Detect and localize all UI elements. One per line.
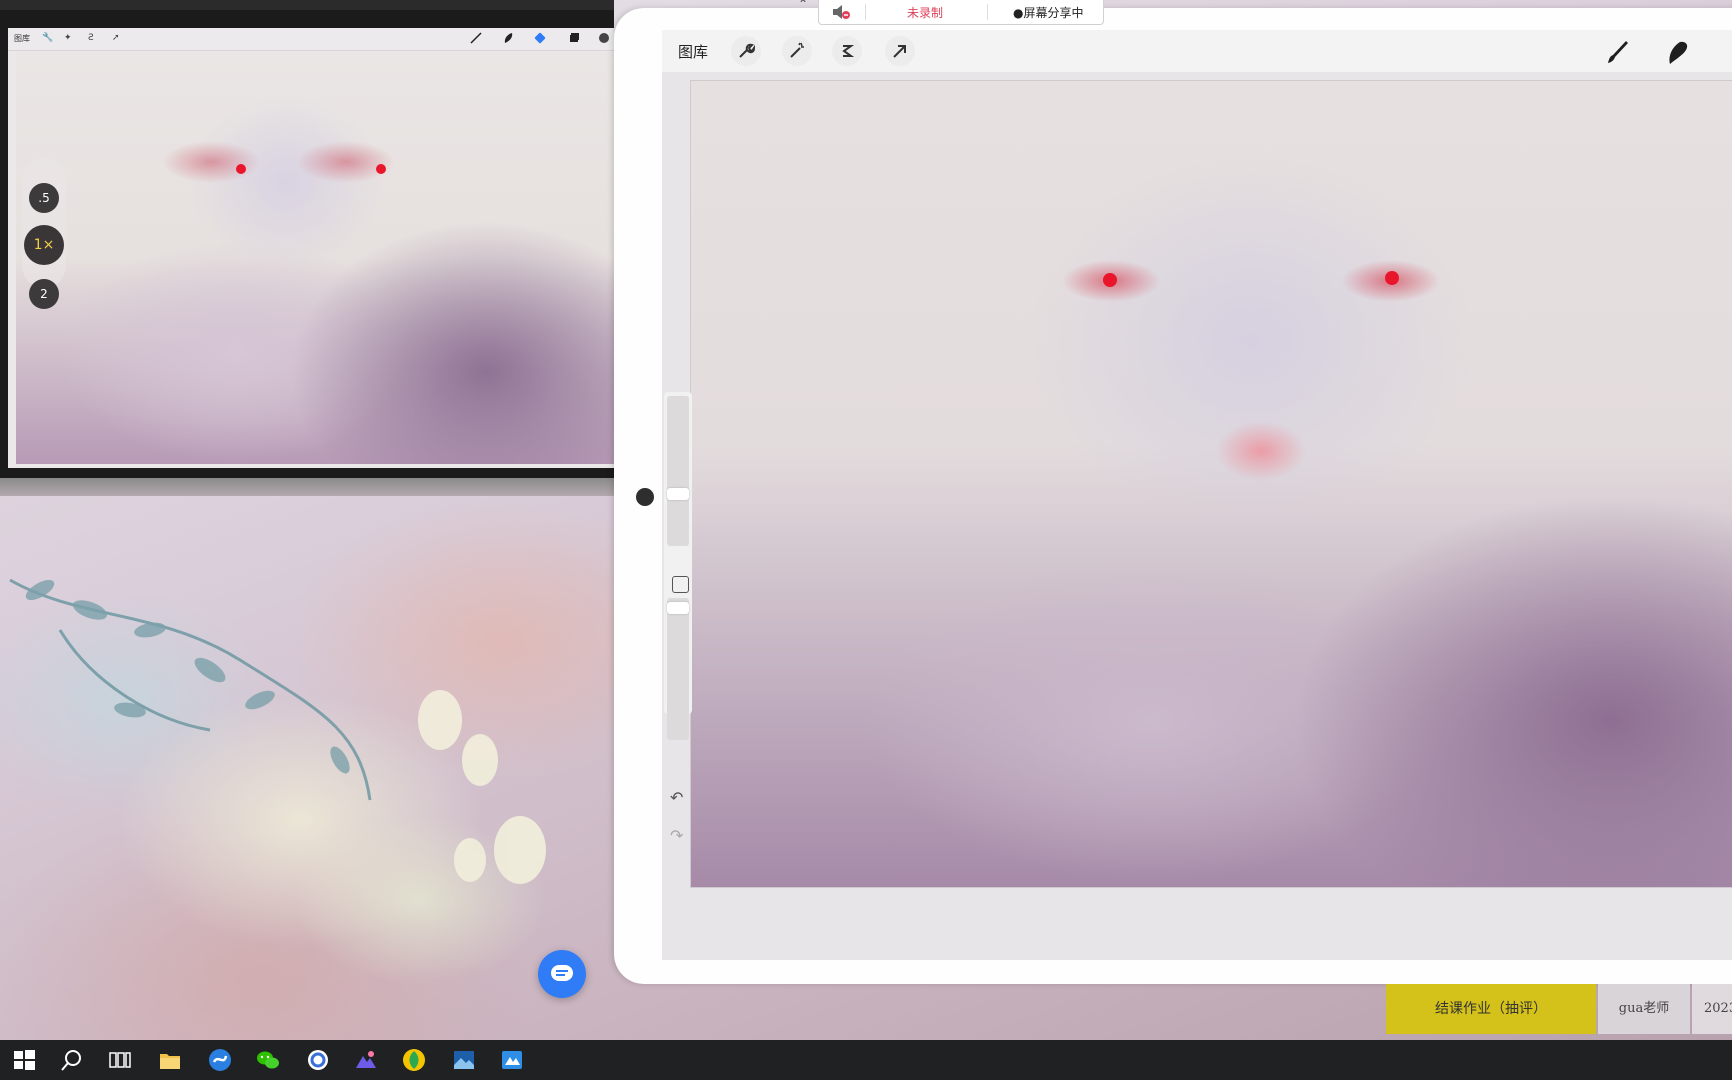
wrench-icon[interactable]: 🔧: [42, 33, 53, 43]
lesson-tag-year: 2023: [1692, 984, 1732, 1034]
window-top-strip: [0, 0, 614, 10]
vine-illustration: [9, 578, 546, 884]
collapse-chevron-icon[interactable]: ⌃: [798, 0, 808, 11]
opacity-slider[interactable]: [667, 598, 689, 740]
chat-icon: [551, 965, 573, 981]
browser-icon[interactable]: [208, 1048, 232, 1072]
left-ipad-preview: 图库 🔧 ✦ Ƨ ➚: [8, 28, 614, 468]
smudge-icon[interactable]: [1664, 38, 1692, 66]
wrench-icon[interactable]: [731, 36, 761, 66]
selection-icon[interactable]: Ƨ: [88, 33, 94, 43]
selection-icon[interactable]: [832, 36, 862, 66]
sharing-status[interactable]: ●屏幕分享中: [1013, 4, 1083, 21]
meeting-app-icon[interactable]: [306, 1048, 330, 1072]
share-bar-separator: [865, 4, 866, 20]
zoom-half-button[interactable]: .5: [29, 183, 59, 213]
windows-taskbar: [0, 1040, 1732, 1080]
brush-icon[interactable]: [470, 32, 482, 44]
brush-icon[interactable]: [1604, 38, 1632, 66]
record-status[interactable]: 未录制: [907, 4, 943, 21]
windows-start-icon[interactable]: [12, 1048, 36, 1072]
photos-icon[interactable]: [452, 1048, 476, 1072]
search-icon[interactable]: [60, 1048, 84, 1072]
wechat-icon[interactable]: [256, 1048, 280, 1072]
speaker-muted-icon[interactable]: [831, 3, 851, 21]
side-toolbar: [664, 392, 692, 740]
eraser-icon[interactable]: [534, 32, 546, 44]
image-viewer-icon[interactable]: [500, 1048, 524, 1072]
lesson-tag-assignment: 结课作业（抽评）: [1386, 984, 1596, 1034]
gallery-button[interactable]: 图库: [678, 41, 708, 62]
lesson-tag-teacher: gua老师: [1598, 984, 1690, 1034]
window-bottom-bezel: [0, 478, 614, 496]
modifier-square-button[interactable]: [672, 576, 689, 593]
task-view-icon[interactable]: [108, 1048, 132, 1072]
brush-size-knob[interactable]: [667, 488, 689, 500]
magic-wand-icon[interactable]: [782, 36, 812, 66]
procreate-screen: 图库 ↶ ↷: [662, 30, 1732, 960]
chat-bubble-button[interactable]: [538, 950, 586, 998]
left-gallery-label[interactable]: 图库: [14, 33, 30, 44]
recorded-drawing-window: 图库 🔧 ✦ Ƨ ➚ .5 1× 2: [0, 0, 614, 478]
opacity-knob[interactable]: [667, 602, 689, 614]
undo-icon[interactable]: ↶: [670, 788, 683, 807]
left-canvas-artwork: [16, 52, 614, 464]
zoom-selector: [22, 158, 66, 288]
layers-icon[interactable]: [568, 32, 580, 44]
smudge-icon[interactable]: [502, 32, 514, 44]
green-app-icon[interactable]: [402, 1048, 426, 1072]
left-eye-mark: [1103, 273, 1117, 287]
main-canvas-artwork[interactable]: [690, 80, 1732, 888]
painting-app-icon[interactable]: [354, 1048, 378, 1072]
magic-wand-icon[interactable]: ✦: [64, 33, 72, 43]
zoom-2x-button[interactable]: 2: [29, 279, 59, 309]
right-eye-mark: [1385, 271, 1399, 285]
redo-icon[interactable]: ↷: [670, 826, 683, 845]
right-eye-mark: [376, 164, 386, 174]
left-procreate-toolbar: 图库 🔧 ✦ Ƨ ➚: [8, 28, 614, 51]
brush-size-slider[interactable]: [667, 396, 689, 546]
zoom-1x-button[interactable]: 1×: [24, 225, 64, 265]
file-explorer-icon[interactable]: [158, 1048, 182, 1072]
share-bar-separator: [987, 4, 988, 20]
brush-size-dot[interactable]: [636, 488, 654, 506]
transform-arrow-icon[interactable]: ➚: [112, 33, 120, 43]
transform-arrow-icon[interactable]: [885, 36, 915, 66]
color-swatch-icon[interactable]: [598, 32, 610, 44]
left-eye-mark: [236, 164, 246, 174]
procreate-toolbar: 图库: [662, 30, 1732, 72]
screen-share-bar: 未录制 ●屏幕分享中: [818, 0, 1104, 25]
